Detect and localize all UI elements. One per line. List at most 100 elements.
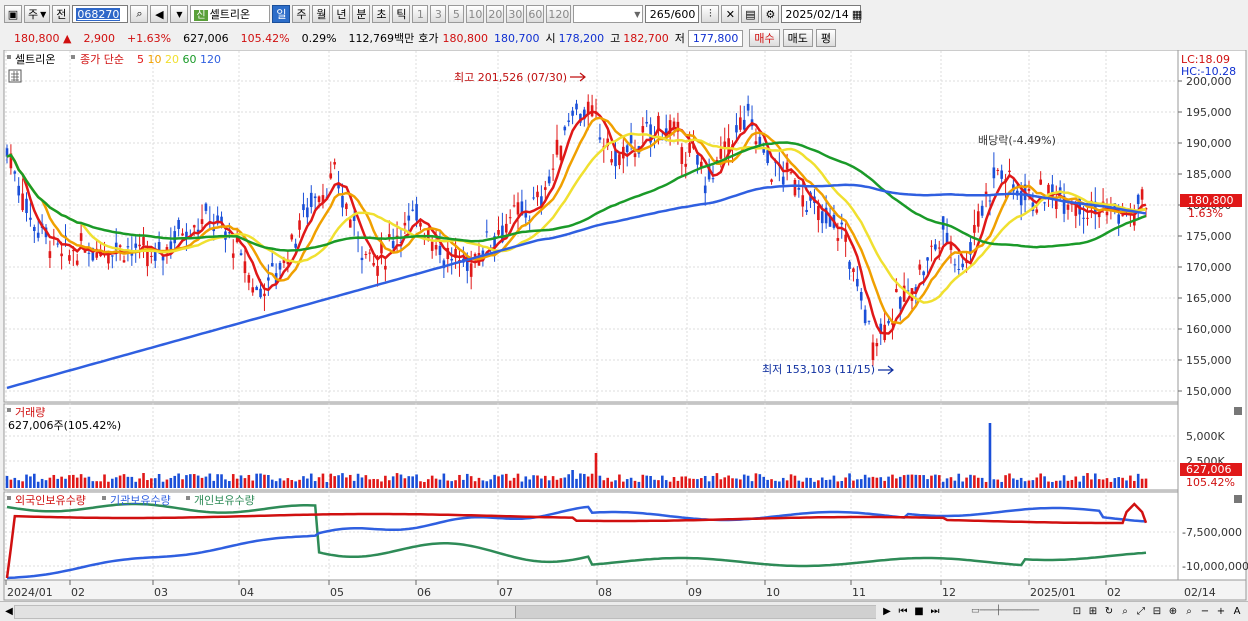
- interval-button[interactable]: 30: [506, 5, 525, 23]
- market-select[interactable]: 주 ▼: [24, 5, 51, 23]
- interval-tabs: 1 3 5 10 20 30 60 120: [412, 5, 573, 23]
- candle-body: [1105, 211, 1109, 216]
- text-tool-icon[interactable]: A: [1230, 604, 1244, 618]
- volume-bar: [614, 480, 617, 488]
- zoom-area-icon[interactable]: ⊞: [1086, 604, 1100, 618]
- save-button[interactable]: ▤: [741, 5, 760, 23]
- count-input[interactable]: 265/600: [645, 5, 700, 23]
- forward-icon[interactable]: ⏭: [928, 604, 942, 618]
- interval-button[interactable]: 20: [486, 5, 505, 23]
- candle-body: [532, 197, 535, 199]
- stock-chart[interactable]: 200,000195,000190,000185,000180,000175,0…: [0, 49, 1248, 601]
- search-button[interactable]: ⌕: [130, 5, 149, 23]
- candle-body: [391, 241, 395, 249]
- period-tab[interactable]: 틱: [392, 5, 411, 23]
- volume-bar: [278, 478, 282, 488]
- interval-button[interactable]: 120: [546, 5, 572, 23]
- volume-bar: [700, 478, 703, 488]
- volume-bar: [602, 480, 606, 488]
- expand-icon[interactable]: ⤢: [1134, 604, 1148, 618]
- stock-name-field[interactable]: 신 셀트리온: [190, 5, 271, 23]
- volume-bar: [489, 479, 492, 488]
- sell-button[interactable]: 매도: [782, 29, 813, 47]
- volume-subtitle: 627,006주(105.42%): [8, 419, 121, 432]
- volume-bar: [1019, 477, 1023, 488]
- indicator-settings-icon[interactable]: [8, 69, 22, 83]
- interval-combo[interactable]: ▼: [573, 5, 644, 23]
- panel-close-icon[interactable]: [1234, 407, 1242, 415]
- fullscreen-icon[interactable]: ⊟: [1150, 604, 1164, 618]
- eval-button[interactable]: 평: [815, 29, 837, 47]
- dropdown-button[interactable]: ▼: [170, 5, 189, 23]
- volume-bar: [891, 474, 894, 488]
- period-tab[interactable]: 초: [372, 5, 391, 23]
- volume-bar: [411, 476, 414, 488]
- interval-button[interactable]: 5: [448, 5, 465, 23]
- buy-button[interactable]: 매수: [749, 29, 780, 47]
- turnover-rate: 0.29%: [301, 31, 337, 45]
- volume-bar: [703, 475, 707, 488]
- play-icon[interactable]: ▶: [880, 604, 894, 618]
- x-tick-label: 03: [154, 586, 168, 599]
- scrollbar[interactable]: [14, 605, 876, 619]
- period-tab[interactable]: 분: [352, 5, 371, 23]
- volume-bar: [696, 479, 699, 488]
- chart-type-button[interactable]: ⫶: [701, 5, 720, 23]
- volume-bar: [856, 479, 859, 488]
- volume-bar: [953, 480, 957, 488]
- candle-body: [360, 257, 364, 261]
- volume-bar: [1136, 473, 1140, 488]
- candle-body: [801, 195, 805, 207]
- sound-button[interactable]: ◀: [150, 5, 169, 23]
- period-tab[interactable]: 주: [292, 5, 311, 23]
- zoom-fit-icon[interactable]: ⊡: [1070, 604, 1084, 618]
- zoom-slider[interactable]: ▭───┼───────: [950, 604, 1060, 618]
- ma-legend-item: 120: [200, 53, 221, 66]
- interval-button[interactable]: 1: [412, 5, 429, 23]
- crosshair-icon: ✕: [725, 7, 736, 21]
- ma-legend-item: 20: [165, 53, 183, 66]
- search-icon[interactable]: ⌕: [1118, 604, 1132, 618]
- candle-body: [567, 120, 570, 122]
- window-menu-button[interactable]: ▣: [4, 5, 22, 23]
- prev-button[interactable]: 전: [52, 5, 71, 23]
- candle-body: [980, 205, 984, 216]
- settings-button[interactable]: ⚙: [761, 5, 780, 23]
- period-tab[interactable]: 일: [272, 5, 291, 23]
- stock-code-input[interactable]: 068270: [72, 5, 129, 23]
- zoom-in-icon[interactable]: ⊕: [1166, 604, 1180, 618]
- rewind-icon[interactable]: ⏮: [896, 604, 910, 618]
- volume-bar: [473, 481, 477, 488]
- volume-bar: [208, 473, 212, 488]
- minus-icon[interactable]: −: [1198, 604, 1212, 618]
- volume-bar: [384, 475, 387, 488]
- plus-icon[interactable]: +: [1214, 604, 1228, 618]
- candle-body: [309, 192, 313, 207]
- period-tab[interactable]: 년: [332, 5, 351, 23]
- interval-button[interactable]: 60: [526, 5, 545, 23]
- volume-bar: [442, 473, 446, 488]
- volume-bar: [309, 473, 313, 488]
- x-tick-label: 05: [330, 586, 344, 599]
- refresh-icon[interactable]: ↻: [1102, 604, 1116, 618]
- stop-icon[interactable]: ■: [912, 604, 926, 618]
- volume-bar: [387, 480, 391, 488]
- period-tab[interactable]: 월: [312, 5, 331, 23]
- legend-marker: [102, 496, 106, 500]
- volume-bar: [618, 474, 621, 488]
- volume-bar: [157, 473, 161, 488]
- volume-bar: [785, 480, 789, 488]
- interval-button[interactable]: 3: [430, 5, 447, 23]
- date-input[interactable]: 2025/02/14 ▦: [781, 5, 862, 23]
- volume-value: 627,006: [183, 31, 229, 45]
- interval-button[interactable]: 10: [466, 5, 485, 23]
- volume-bar: [571, 470, 574, 488]
- scrollbar-thumb[interactable]: [515, 606, 876, 618]
- volume-bar: [754, 473, 758, 488]
- volume-bar: [446, 480, 450, 488]
- low-price: 177,800: [687, 29, 744, 47]
- draw-tool-button[interactable]: ✕: [721, 5, 740, 23]
- magnify-icon[interactable]: ⌕: [1182, 604, 1196, 618]
- panel-close-icon[interactable]: [1234, 495, 1242, 503]
- volume-bar: [809, 477, 812, 488]
